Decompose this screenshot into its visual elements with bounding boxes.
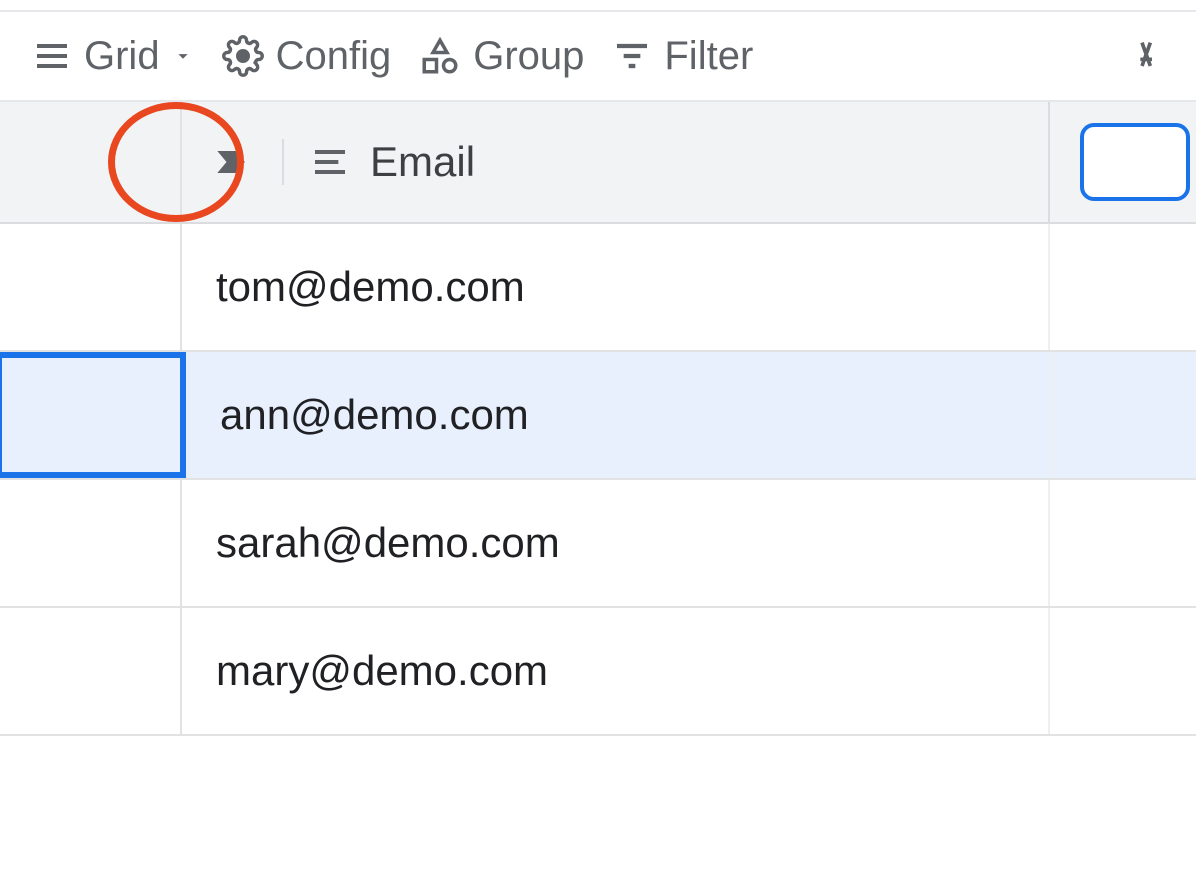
view-grid-dropdown[interactable]: Grid [32, 34, 194, 79]
sort-icon [1132, 36, 1172, 76]
shapes-icon [419, 35, 461, 77]
cell-email[interactable]: ann@demo.com [186, 352, 1054, 478]
list-icon [32, 36, 72, 76]
caret-down-icon [172, 45, 194, 67]
column-divider [282, 139, 284, 185]
cell-email[interactable]: sarah@demo.com [182, 480, 1050, 606]
text-column-icon [310, 142, 350, 182]
next-column-header[interactable] [1050, 102, 1196, 222]
group-button[interactable]: Group [419, 34, 584, 79]
grid-rows: tom@demo.com ann@demo.com sarah@demo.com… [0, 224, 1196, 736]
cell-email[interactable]: tom@demo.com [182, 224, 1050, 350]
selected-column-indicator[interactable] [1080, 123, 1190, 201]
group-label: Group [473, 34, 584, 79]
filter-label: Filter [664, 34, 753, 79]
config-button[interactable]: Config [222, 34, 392, 79]
sort-button-partial[interactable] [1132, 36, 1172, 76]
toolbar: Grid Config Group [0, 10, 1196, 102]
table-row[interactable]: ann@demo.com [0, 352, 1196, 480]
row-gutter-selected[interactable] [0, 352, 186, 478]
table-row[interactable]: tom@demo.com [0, 224, 1196, 352]
filter-button[interactable]: Filter [612, 34, 753, 79]
config-label: Config [276, 34, 392, 79]
column-header-email[interactable]: Email [182, 102, 1050, 222]
column-header-row: Email [0, 102, 1196, 224]
filter-icon [612, 36, 652, 76]
row-gutter[interactable] [0, 608, 182, 734]
column-label: Email [370, 138, 475, 186]
row-gutter[interactable] [0, 480, 182, 606]
table-row[interactable]: mary@demo.com [0, 608, 1196, 736]
expand-column-icon[interactable] [210, 140, 254, 184]
cell-email[interactable]: mary@demo.com [182, 608, 1050, 734]
table-row[interactable]: sarah@demo.com [0, 480, 1196, 608]
row-header-gutter [0, 102, 182, 222]
row-gutter[interactable] [0, 224, 182, 350]
view-label: Grid [84, 34, 160, 79]
gear-icon [222, 35, 264, 77]
